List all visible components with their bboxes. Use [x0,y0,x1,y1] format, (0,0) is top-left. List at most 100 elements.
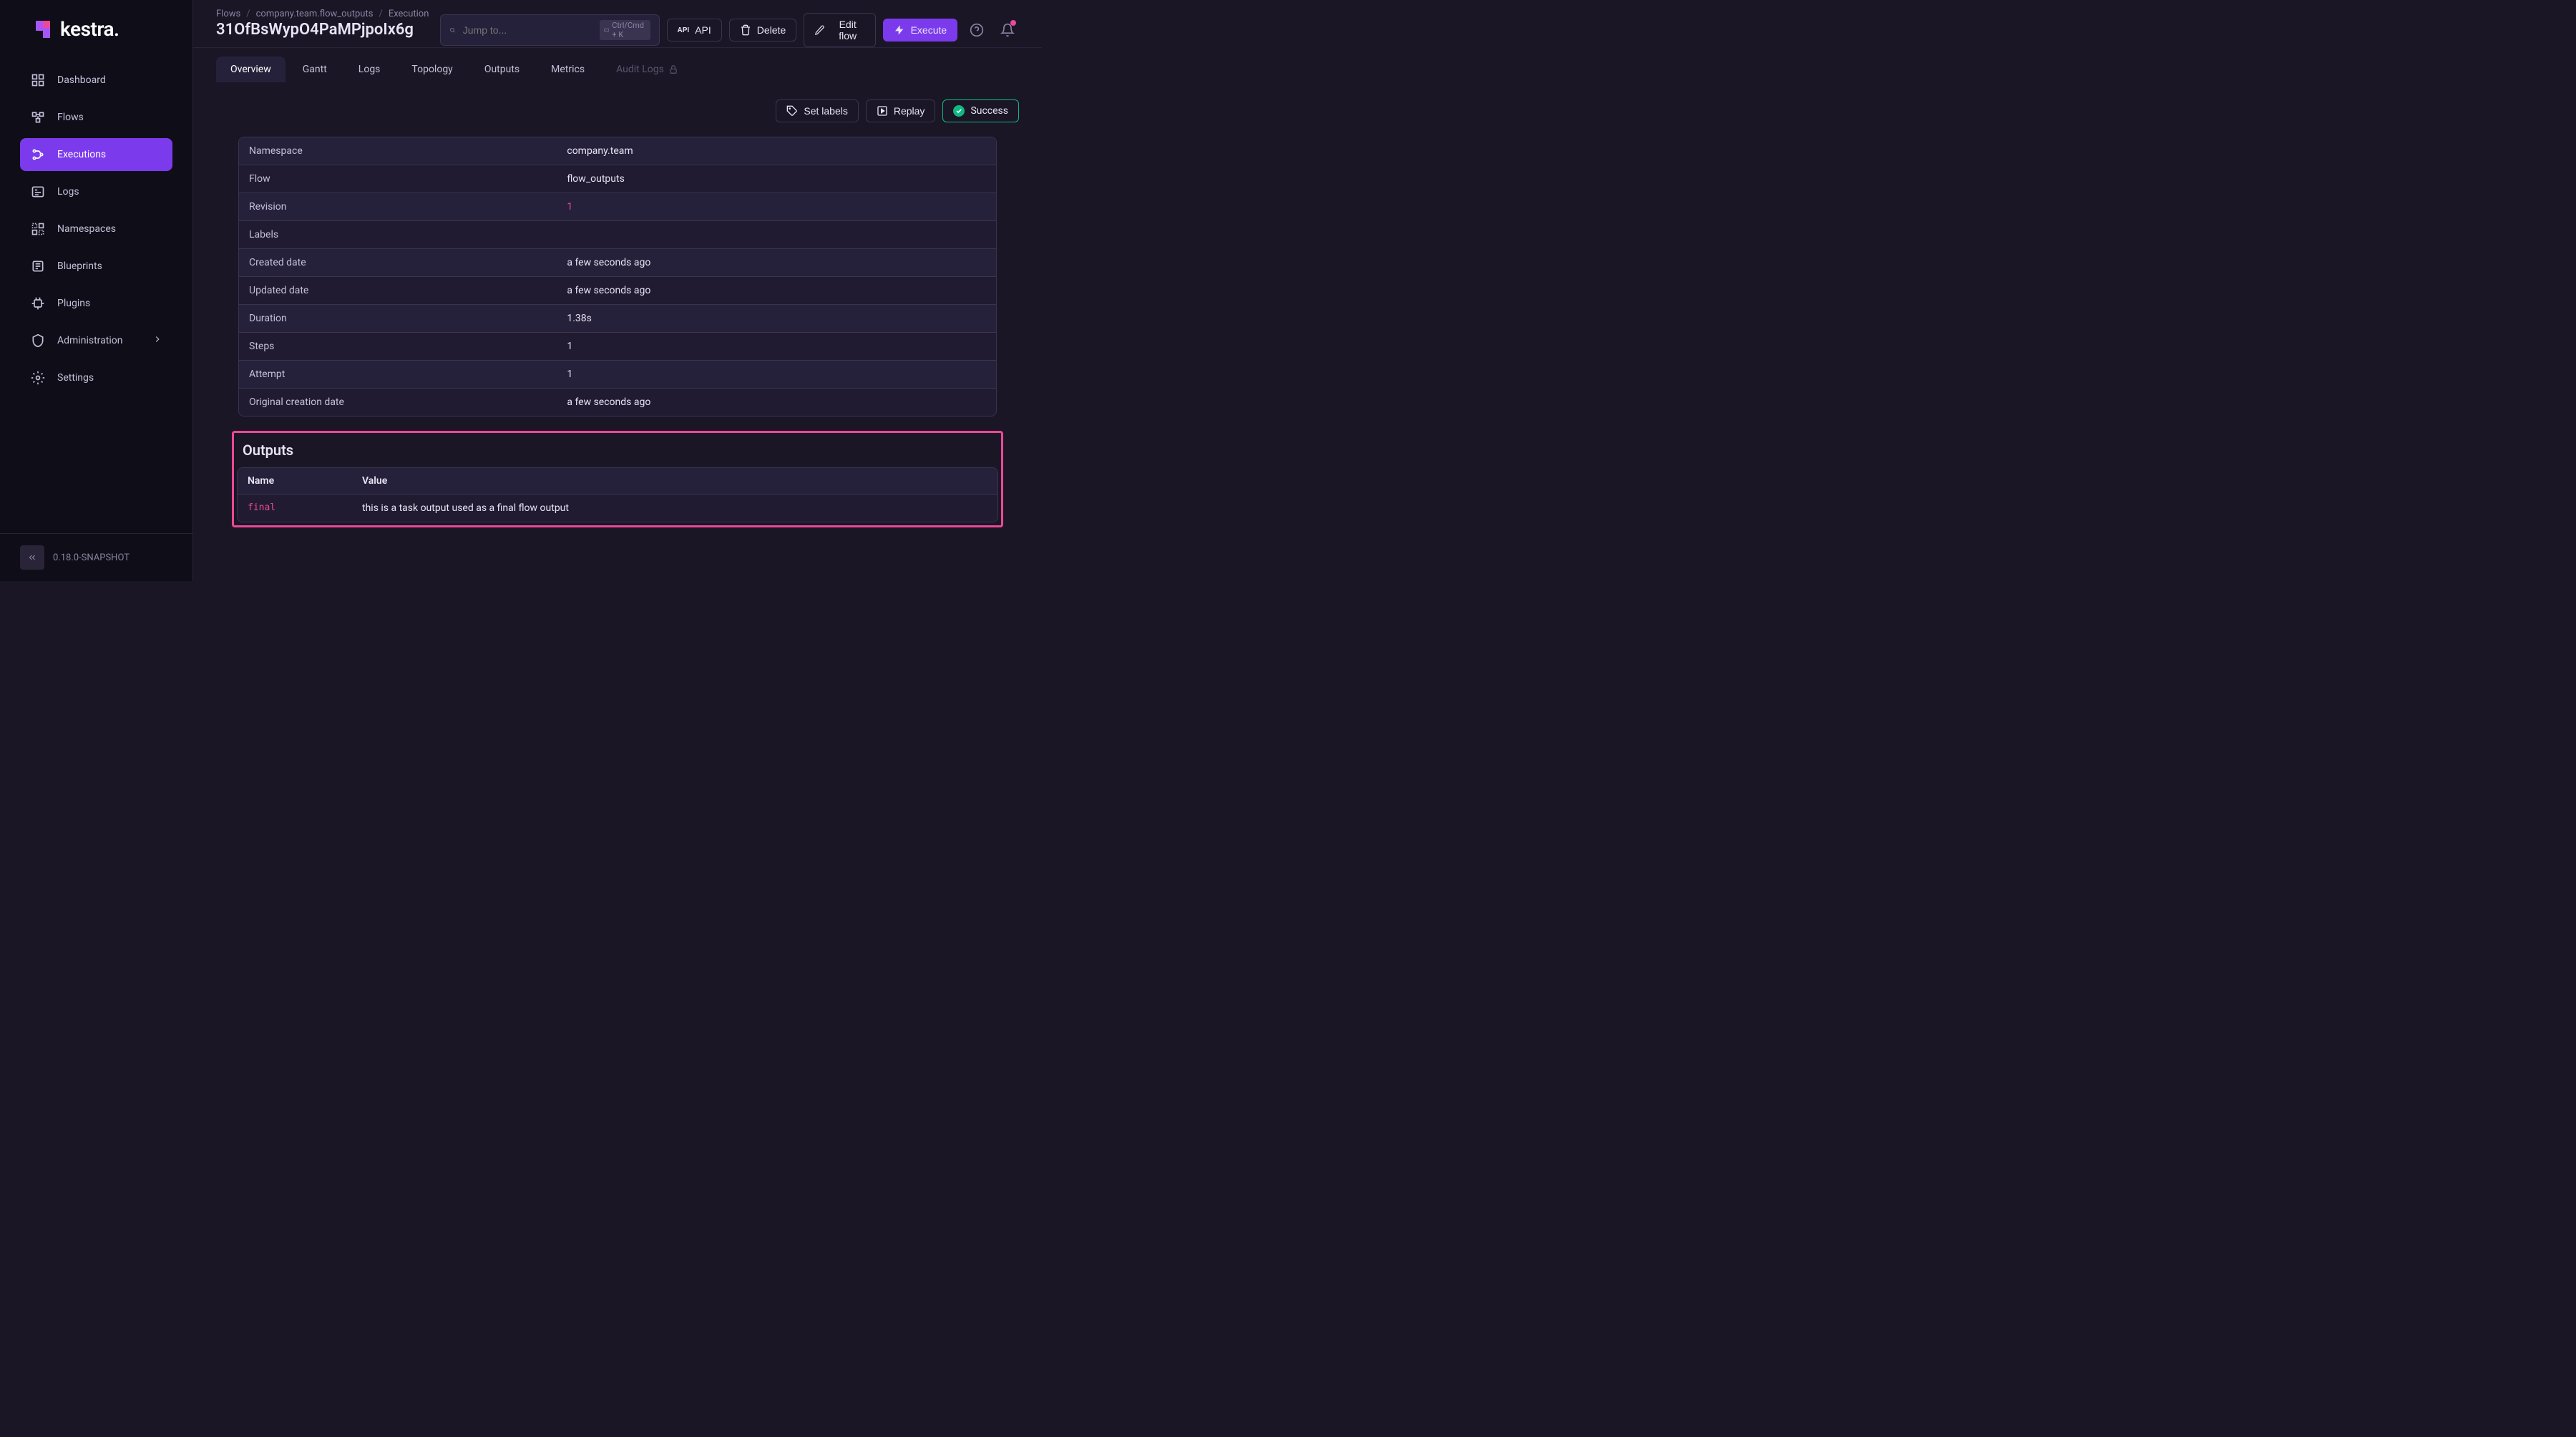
info-row: Labels [239,221,996,249]
content: Set labels Replay Success Namespacecompa… [193,82,1042,581]
delete-button[interactable]: Delete [729,19,796,42]
tab-topology[interactable]: Topology [397,57,467,82]
info-row: Updated datea few seconds ago [239,277,996,305]
edit-flow-button[interactable]: Edit flow [804,13,875,47]
info-value: a few seconds ago [557,249,996,276]
info-value: 1 [557,333,996,360]
outputs-header-row: Name Value [238,468,997,495]
logo[interactable]: kestra. [0,0,192,64]
info-label: Steps [239,333,557,360]
set-labels-button[interactable]: Set labels [776,99,858,122]
nav: Dashboard Flows Executions Logs Namespac… [0,64,192,533]
replay-button[interactable]: Replay [866,99,936,122]
tab-logs[interactable]: Logs [344,57,395,82]
tabs: Overview Gantt Logs Topology Outputs Met… [193,48,1042,82]
header: Flows / company.team.flow_outputs / Exec… [193,0,1042,48]
breadcrumb-item[interactable]: Execution [389,9,429,19]
sidebar-item-namespaces[interactable]: Namespaces [20,213,172,245]
trash-icon [740,24,751,36]
breadcrumb: Flows / company.team.flow_outputs / Exec… [216,9,429,19]
sidebar-item-label: Namespaces [57,223,116,235]
info-label: Flow [239,165,557,193]
info-label: Namespace [239,137,557,165]
info-value: 1.38s [557,305,996,332]
sidebar-item-dashboard[interactable]: Dashboard [20,64,172,97]
sidebar-footer: 0.18.0-SNAPSHOT [0,533,192,581]
info-table: Namespacecompany.team Flowflow_outputs R… [238,137,997,417]
logo-icon [31,18,54,41]
sidebar-item-label: Executions [57,149,106,160]
breadcrumb-item[interactable]: company.team.flow_outputs [256,9,374,19]
sidebar-item-label: Blueprints [57,260,102,272]
sidebar-item-label: Settings [57,372,94,384]
search-input[interactable] [463,24,592,36]
sidebar-item-settings[interactable]: Settings [20,361,172,394]
outputs-section: Outputs Name Value final this is a task … [232,431,1003,527]
sidebar-item-flows[interactable]: Flows [20,101,172,134]
breadcrumb-sep: / [246,9,250,19]
outputs-row: final this is a task output used as a fi… [238,495,997,522]
lock-icon [668,64,678,74]
outputs-table: Name Value final this is a task output u… [237,467,998,522]
sidebar-item-blueprints[interactable]: Blueprints [20,250,172,283]
check-circle-icon [953,105,965,117]
info-row: Flowflow_outputs [239,165,996,193]
notification-dot [1010,20,1016,26]
logs-icon [30,184,46,200]
sidebar-item-label: Plugins [57,298,90,309]
plugins-icon [30,296,46,311]
tag-icon [786,105,798,117]
outputs-col-name: Name [238,468,352,494]
help-button[interactable] [965,17,988,43]
sidebar-item-label: Flows [57,112,84,123]
breadcrumb-sep: / [379,9,382,19]
tab-metrics[interactable]: Metrics [537,57,599,82]
notifications-button[interactable] [995,17,1019,43]
info-label: Attempt [239,361,557,388]
breadcrumb-item[interactable]: Flows [216,9,240,19]
info-value [557,221,996,248]
gear-icon [30,370,46,386]
collapse-sidebar-button[interactable] [20,545,44,570]
api-icon: API [678,26,690,34]
blueprints-icon [30,258,46,274]
status-badge: Success [942,99,1019,122]
info-value: company.team [557,137,996,165]
main: Flows / company.team.flow_outputs / Exec… [193,0,1042,581]
logo-text: kestra. [60,17,119,41]
tab-overview[interactable]: Overview [216,57,286,82]
search-icon [449,24,455,36]
output-name: final [238,495,352,522]
chevron-right-icon [152,334,162,347]
tab-outputs[interactable]: Outputs [470,57,534,82]
sidebar-item-label: Logs [57,186,79,198]
info-row: Original creation datea few seconds ago [239,389,996,416]
namespaces-icon [30,221,46,237]
search-box[interactable]: Ctrl/Cmd + K [440,14,659,46]
sidebar-item-plugins[interactable]: Plugins [20,287,172,320]
keyboard-shortcut: Ctrl/Cmd + K [600,20,650,40]
info-label: Labels [239,221,557,248]
sidebar-item-executions[interactable]: Executions [20,138,172,171]
output-value: this is a task output used as a final fl… [352,495,997,522]
sidebar-item-administration[interactable]: Administration [20,324,172,357]
executions-icon [30,147,46,162]
info-value: a few seconds ago [557,389,996,416]
info-value: flow_outputs [557,165,996,193]
info-value-link[interactable]: 1 [557,193,996,220]
tab-gantt[interactable]: Gantt [288,57,341,82]
info-label: Updated date [239,277,557,304]
info-row: Duration1.38s [239,305,996,333]
info-label: Original creation date [239,389,557,416]
version-text: 0.18.0-SNAPSHOT [53,552,130,563]
sidebar-item-label: Dashboard [57,74,106,86]
info-row: Namespacecompany.team [239,137,996,165]
dashboard-icon [30,72,46,88]
sidebar-item-logs[interactable]: Logs [20,175,172,208]
sidebar-item-label: Administration [57,335,122,346]
execute-button[interactable]: Execute [883,19,958,42]
info-label: Duration [239,305,557,332]
api-button[interactable]: API API [667,19,722,42]
keyboard-icon [604,26,609,34]
info-label: Created date [239,249,557,276]
